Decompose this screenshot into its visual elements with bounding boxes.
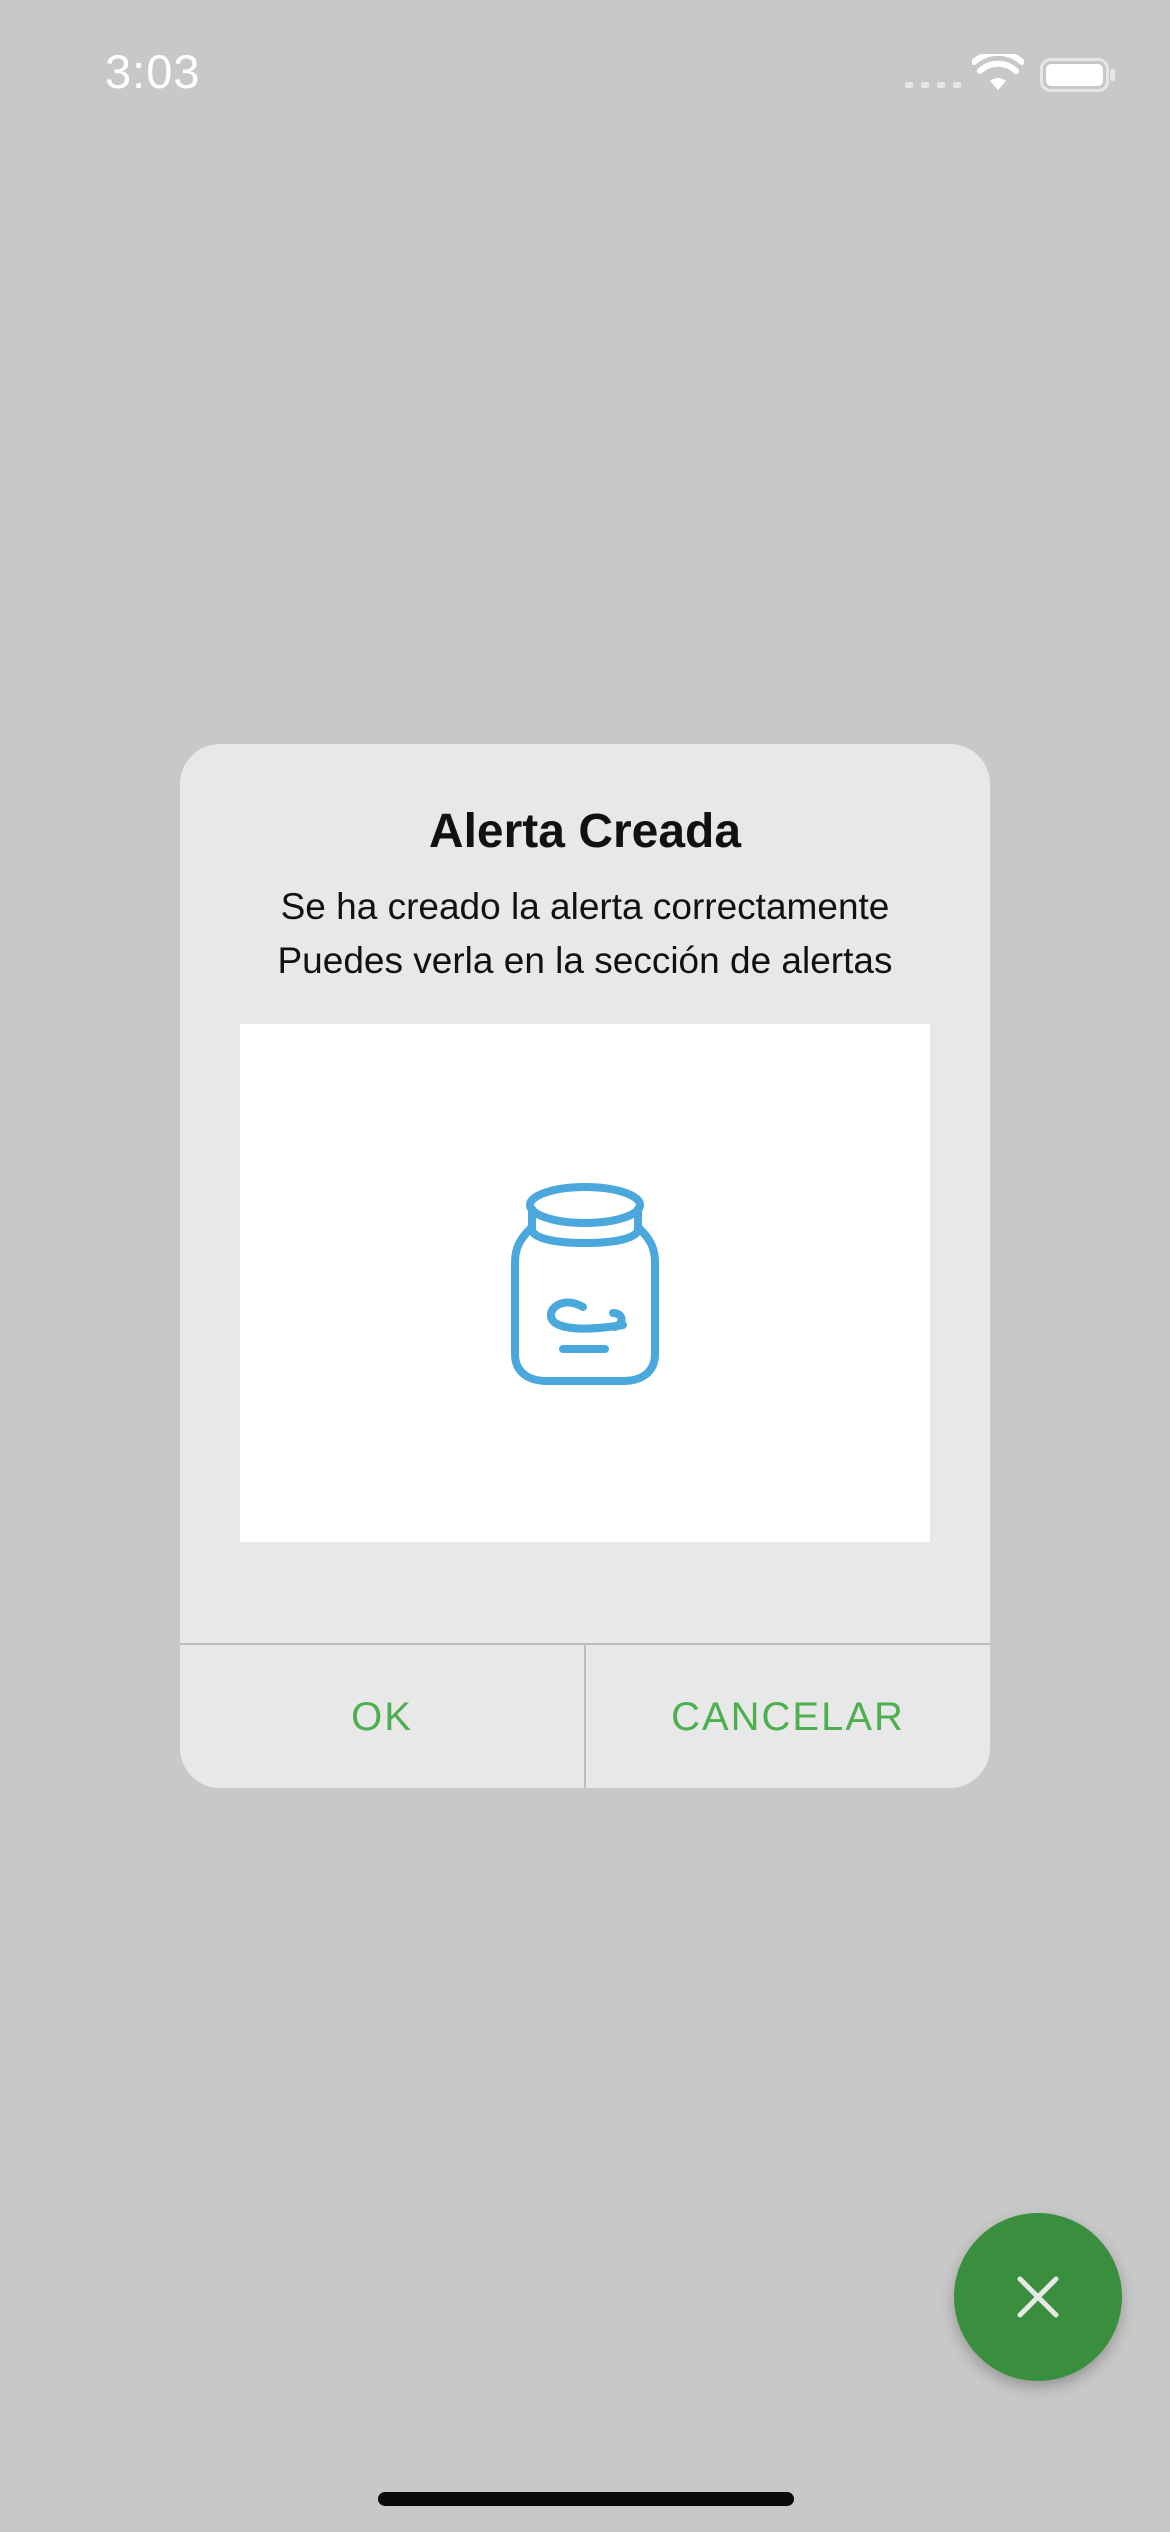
home-indicator[interactable]: [378, 2492, 794, 2506]
dialog-illustration: [240, 1024, 930, 1542]
wifi-icon: [972, 54, 1024, 90]
close-fab-button[interactable]: [954, 2213, 1122, 2381]
battery-icon: [1040, 58, 1115, 92]
jar-icon: [511, 1183, 659, 1385]
dialog-message: Se ha creado la alerta correctamente Pue…: [180, 880, 990, 988]
close-icon: [1017, 2276, 1059, 2318]
dialog-title: Alerta Creada: [428, 805, 742, 858]
cellular-signal-icon: [905, 82, 961, 88]
status-bar: 3:03: [0, 0, 1170, 140]
dialog-message-line-2: Puedes verla en la sección de alertas: [277, 940, 893, 981]
cancel-button[interactable]: CANCELAR: [584, 1645, 990, 1788]
dialog-message-line-1: Se ha creado la alerta correctamente: [280, 886, 890, 927]
dialog-button-row: OK CANCELAR: [180, 1643, 990, 1788]
alert-dialog: Alerta Creada Se ha creado la alerta cor…: [180, 744, 990, 1788]
ok-button[interactable]: OK: [180, 1645, 584, 1788]
status-time: 3:03: [105, 45, 201, 98]
